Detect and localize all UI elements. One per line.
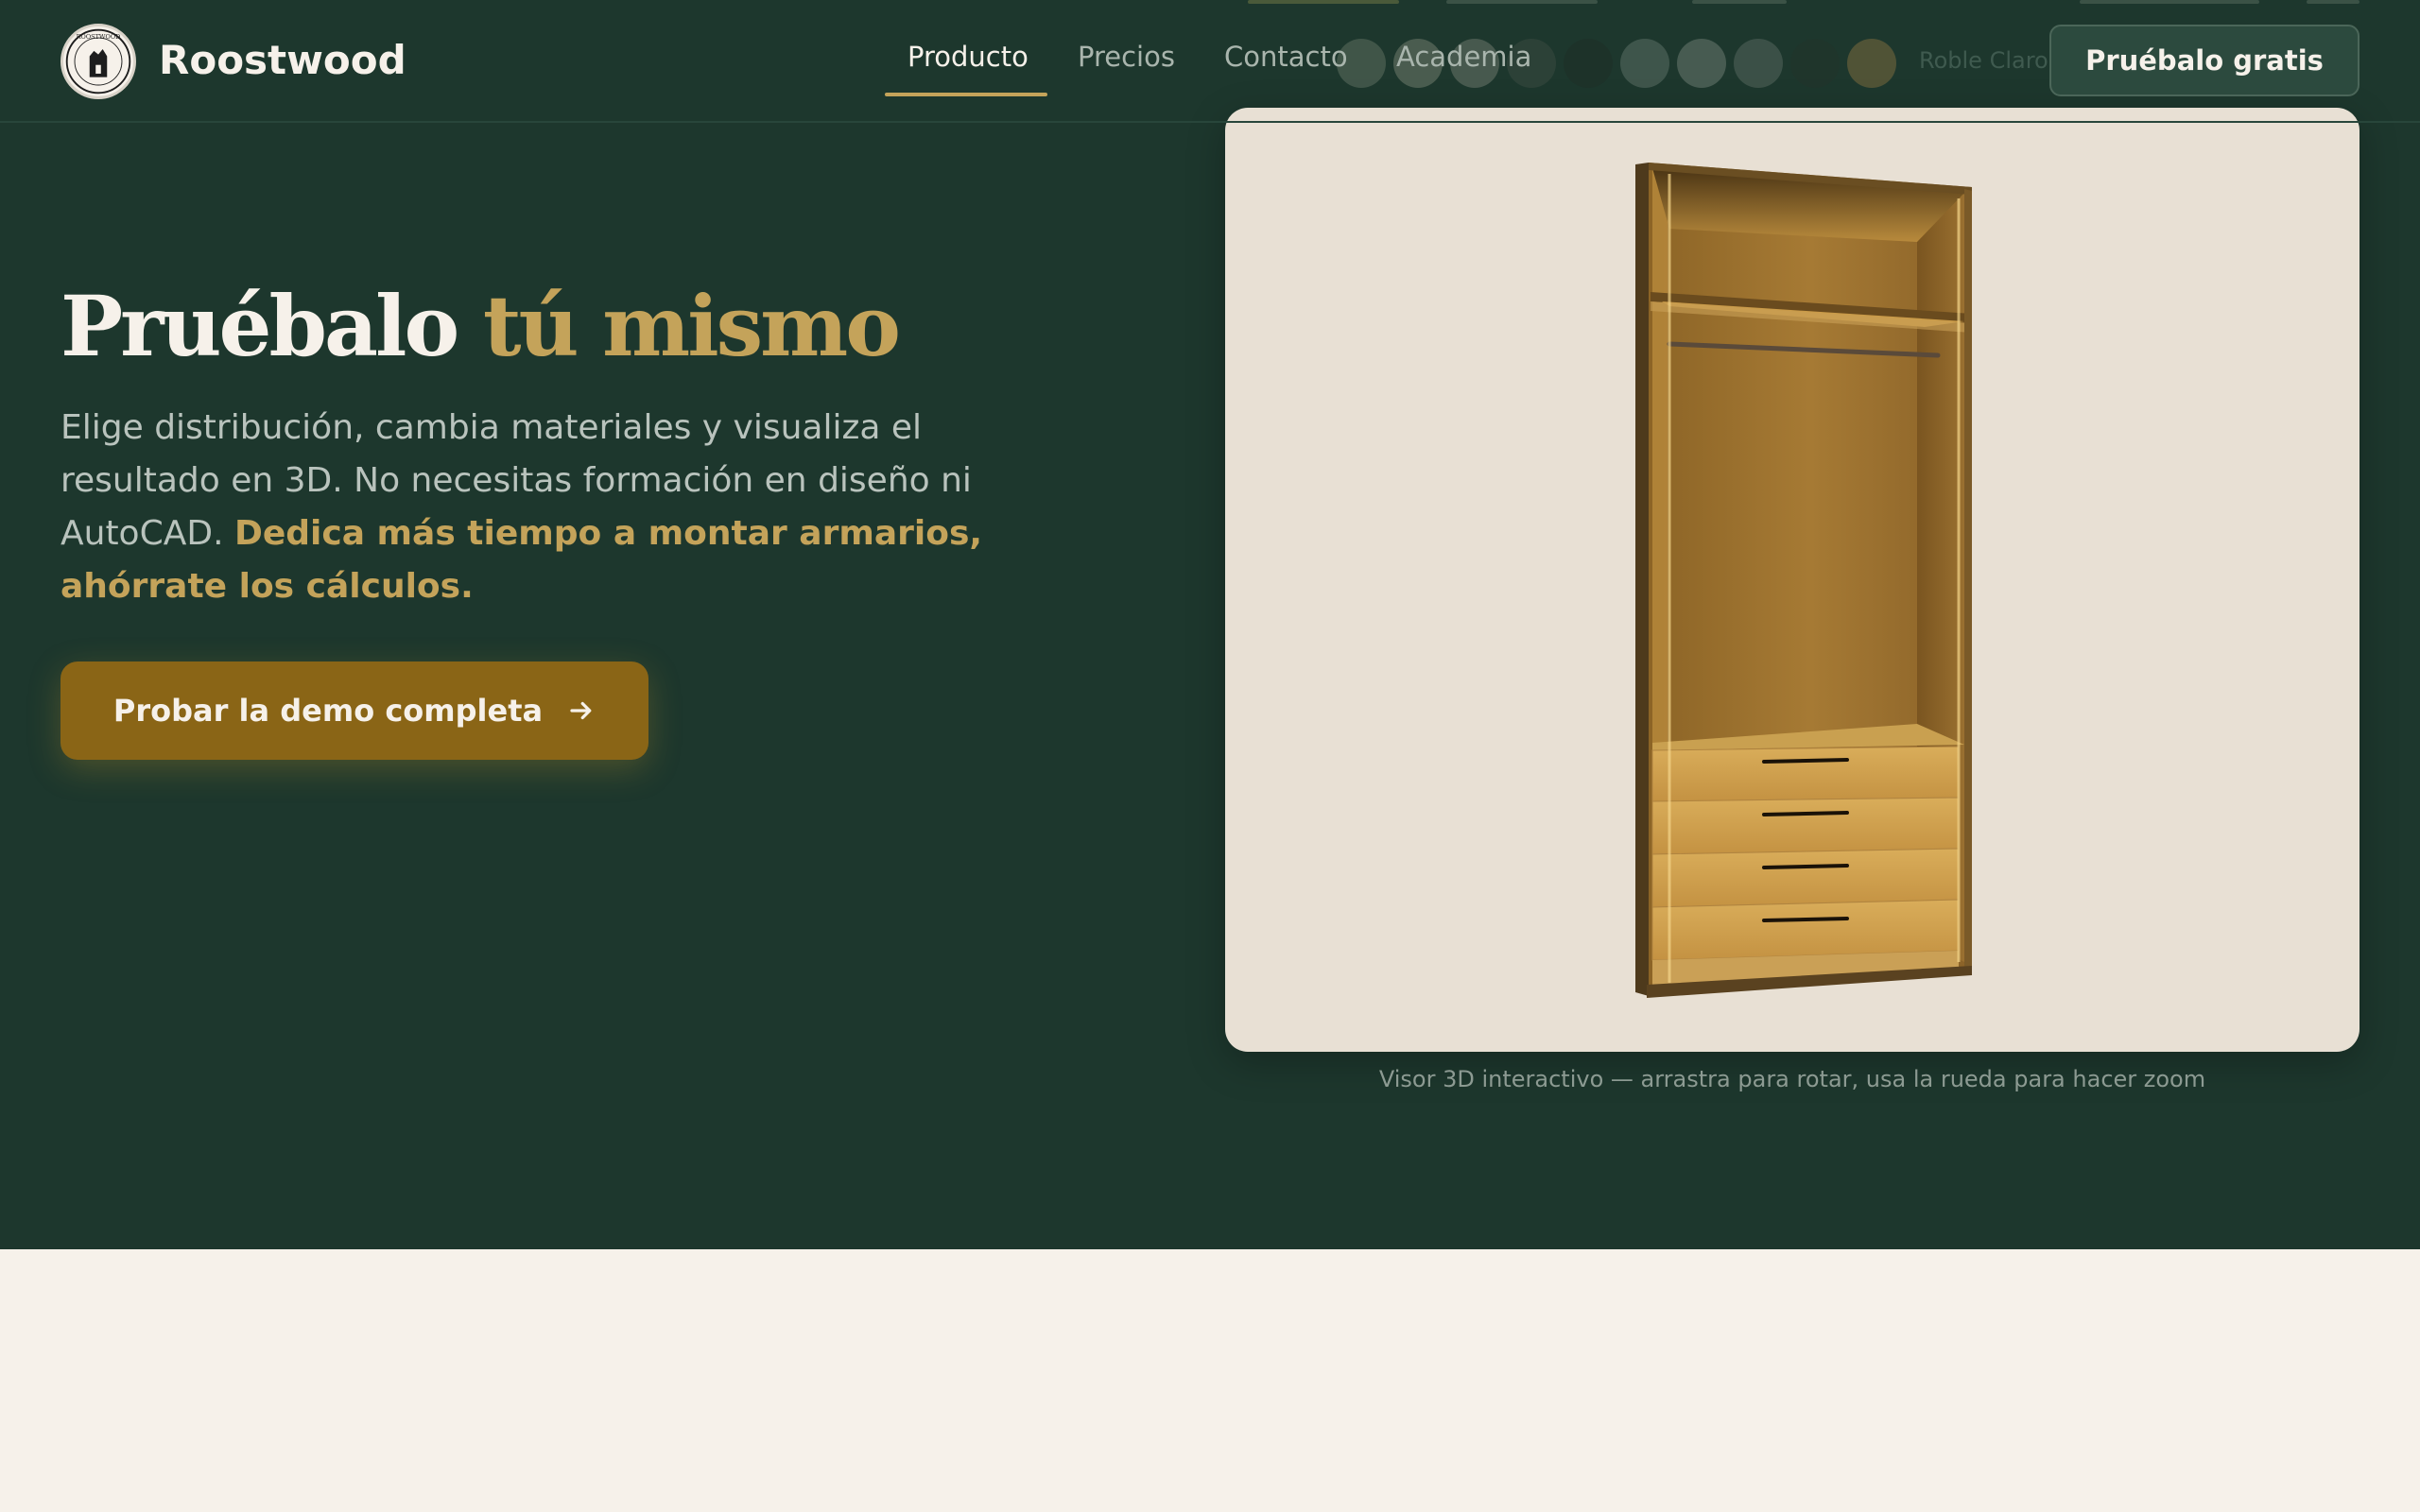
hero-title-main: Pruébalo (60, 277, 459, 375)
drawer-3 (1651, 848, 1960, 908)
full-demo-button-label: Probar la demo completa (112, 693, 544, 729)
hero-title: Pruébalo tú mismo (60, 274, 901, 378)
drawer-4 (1651, 899, 1960, 961)
drawer-handle (1762, 864, 1849, 869)
wardrobe-left-side (1635, 163, 1649, 996)
nav-active-indicator (885, 93, 1047, 96)
svg-text:ROOSTWOOD: ROOSTWOOD (77, 33, 121, 41)
3d-viewer[interactable] (1225, 108, 2360, 1052)
drawer-handle (1762, 811, 1849, 816)
nav-item-academia[interactable]: Academia (1396, 36, 1531, 96)
drawer-handle (1762, 917, 1849, 922)
nav-item-contacto[interactable]: Contacto (1224, 36, 1348, 96)
site-header: ROOSTWOOD Roostwood Producto Precios Con… (0, 0, 2420, 123)
drawer-handle (1762, 758, 1849, 764)
arrow-right-icon (570, 701, 592, 720)
nav-item-precios[interactable]: Precios (1078, 36, 1175, 96)
drawer-1 (1651, 746, 1960, 802)
viewer-caption: Visor 3D interactivo — arrastra para rot… (1378, 1066, 2206, 1092)
full-demo-button[interactable]: Probar la demo completa (60, 662, 648, 760)
try-free-button[interactable]: Pruébalo gratis (2049, 25, 2360, 96)
drawer-2 (1651, 797, 1960, 855)
brand-name[interactable]: Roostwood (159, 36, 406, 85)
wardrobe-right-edge (1964, 189, 1972, 973)
roostwood-logo[interactable]: ROOSTWOOD (60, 24, 136, 99)
hero-description: Elige distribución, cambia materiales y … (60, 402, 1015, 613)
logo-emblem-icon: ROOSTWOOD (65, 28, 131, 94)
wardrobe-3d-model (1635, 163, 1972, 998)
hero-title-accent: tú mismo (482, 277, 901, 375)
nav-item-producto[interactable]: Producto (908, 36, 1028, 96)
